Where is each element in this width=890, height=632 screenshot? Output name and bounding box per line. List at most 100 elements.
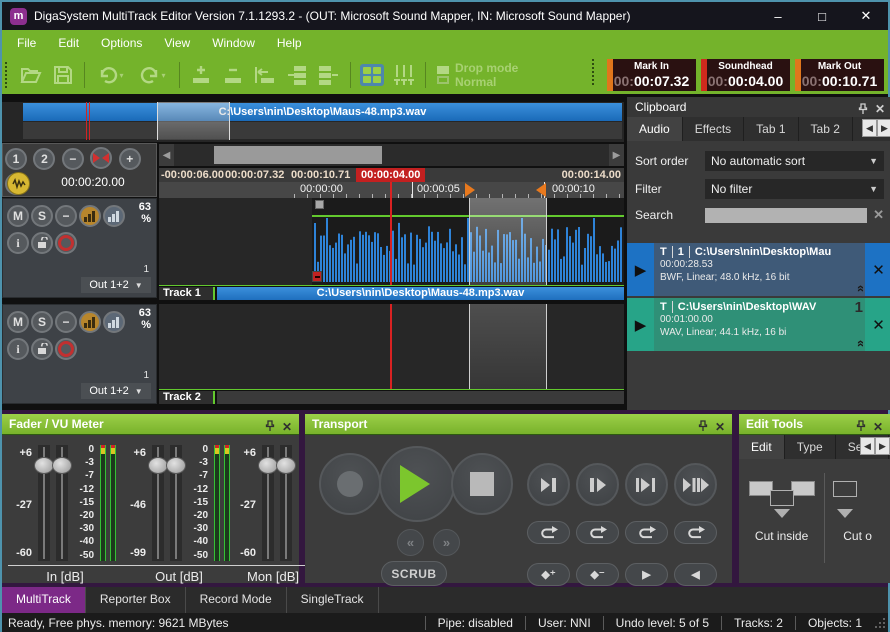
- group-button[interactable]: [283, 61, 311, 89]
- track-2-meter-active-button[interactable]: [79, 311, 101, 333]
- remove-track-button[interactable]: [219, 61, 247, 89]
- redo-button[interactable]: ▾: [134, 61, 172, 89]
- play-around-marks-button[interactable]: [674, 463, 717, 506]
- close-panel-icon[interactable]: ✕: [875, 99, 885, 119]
- track-2-meter-button[interactable]: [103, 311, 125, 333]
- track-1-clip[interactable]: [312, 198, 624, 285]
- track-1-minimize-button[interactable]: −: [55, 205, 77, 227]
- play-to-mark-button[interactable]: [527, 463, 570, 506]
- track-1-lock-button[interactable]: [31, 232, 53, 254]
- play-from-mark-button[interactable]: [576, 463, 619, 506]
- fader-knob[interactable]: [34, 457, 54, 474]
- loop-2-button[interactable]: [576, 521, 619, 544]
- ungroup-button[interactable]: [315, 61, 343, 89]
- track-1-wave-area[interactable]: [159, 198, 624, 285]
- track-2-info-button[interactable]: i: [7, 338, 29, 360]
- loop-1-button[interactable]: [527, 521, 570, 544]
- zoom-in-button[interactable]: +: [119, 148, 141, 170]
- scrub-button[interactable]: SCRUB: [381, 561, 447, 586]
- track-1-envelope-line[interactable]: [312, 215, 624, 217]
- tab-multitrack[interactable]: MultiTrack: [2, 587, 86, 613]
- track-2-name[interactable]: Track 2: [159, 391, 215, 404]
- move-object-button[interactable]: [251, 61, 279, 89]
- zoom-selection-button[interactable]: [90, 147, 112, 169]
- scroll-right-arrow[interactable]: ▶: [609, 144, 624, 166]
- pin-icon[interactable]: [265, 418, 275, 439]
- skip-back-button[interactable]: «: [397, 529, 424, 556]
- mon-fader-right[interactable]: [280, 445, 292, 561]
- track-1-clip-label[interactable]: C:\Users\nin\Desktop\Maus-48.mp3.wav: [217, 287, 624, 300]
- track-2-minimize-button[interactable]: −: [55, 311, 77, 333]
- tab-audio[interactable]: Audio: [627, 117, 683, 141]
- clip-start-marker[interactable]: [312, 271, 322, 282]
- track-1-meter-active-button[interactable]: [79, 205, 101, 227]
- skip-forward-button[interactable]: »: [433, 529, 460, 556]
- track-1-info-button[interactable]: i: [7, 232, 29, 254]
- track-2-lock-button[interactable]: [31, 338, 53, 360]
- overview-zoom-window[interactable]: [157, 102, 230, 140]
- track-1-name[interactable]: Track 1: [159, 287, 215, 300]
- fader-knob[interactable]: [276, 457, 296, 474]
- filter-select[interactable]: No filter▼: [705, 179, 884, 199]
- tab-scroll-left[interactable]: ◀: [862, 119, 877, 137]
- mark-in-marker[interactable]: [465, 183, 482, 197]
- loop-3-button[interactable]: [625, 521, 668, 544]
- redo-dropdown-arrow[interactable]: ▾: [161, 71, 165, 80]
- expand-item-icon[interactable]: »: [852, 340, 865, 347]
- selection-region[interactable]: [469, 304, 547, 389]
- overview-clip[interactable]: C:\Users\nin\Desktop\Maus-48.mp3.wav: [23, 103, 622, 121]
- close-button[interactable]: ✕: [844, 2, 888, 30]
- track-2-output-select[interactable]: Out 1+2▼: [81, 383, 151, 399]
- tab-scroll-right[interactable]: ▶: [875, 437, 890, 455]
- play-button[interactable]: [379, 446, 455, 522]
- menu-edit[interactable]: Edit: [47, 30, 90, 56]
- open-button[interactable]: [17, 61, 45, 89]
- remove-marker-button[interactable]: ◆⁻: [576, 563, 619, 586]
- ruler-playhead[interactable]: [390, 182, 392, 198]
- tab-reporter-box[interactable]: Reporter Box: [86, 587, 186, 613]
- tab-scroll-right[interactable]: ▶: [877, 119, 890, 137]
- mark-out-display[interactable]: Mark Out 00:00:10.71: [795, 59, 884, 91]
- loop-4-button[interactable]: [674, 521, 717, 544]
- play-item-button[interactable]: ▶: [627, 298, 654, 351]
- stop-button[interactable]: [451, 453, 513, 515]
- menu-file[interactable]: File: [6, 30, 47, 56]
- play-between-marks-button[interactable]: [625, 463, 668, 506]
- timeline-scrollbar[interactable]: ◀ ▶: [159, 144, 624, 166]
- remove-item-button[interactable]: ✕: [865, 243, 890, 296]
- expand-item-icon[interactable]: »: [852, 285, 865, 292]
- track-2-mute-button[interactable]: M: [7, 311, 29, 333]
- toolbar-grip[interactable]: [5, 62, 11, 88]
- track-2-record-button[interactable]: [55, 338, 77, 360]
- track-2-wave-area[interactable]: [159, 304, 624, 389]
- scrollbar-thumb[interactable]: [214, 146, 382, 164]
- mon-fader-left[interactable]: [262, 445, 274, 561]
- out-fader-left[interactable]: [152, 445, 164, 561]
- resize-grip[interactable]: [874, 617, 886, 629]
- soundhead-display[interactable]: Soundhead 00:00:04.00: [701, 59, 790, 91]
- remove-item-button[interactable]: ✕: [865, 298, 890, 351]
- track-1-output-select[interactable]: Out 1+2▼: [81, 277, 151, 293]
- fader-knob[interactable]: [52, 457, 72, 474]
- faders-view-button[interactable]: [390, 61, 418, 89]
- undo-dropdown-arrow[interactable]: ▾: [119, 71, 123, 80]
- overview-playhead[interactable]: [86, 102, 90, 140]
- cut-inside-tool[interactable]: Cut inside: [739, 459, 824, 582]
- tab-effects[interactable]: Effects: [683, 117, 744, 141]
- search-input[interactable]: [705, 208, 867, 223]
- mark-out-marker[interactable]: [529, 183, 546, 197]
- clipboard-item-2[interactable]: ▶ TC:\Users\nin\Desktop\WAV 00:01:00.00 …: [627, 298, 890, 351]
- record-button[interactable]: [319, 453, 381, 515]
- time-grip[interactable]: [592, 59, 598, 85]
- track-1-meter-button[interactable]: [103, 205, 125, 227]
- menu-options[interactable]: Options: [90, 30, 153, 56]
- menu-window[interactable]: Window: [201, 30, 266, 56]
- fader-knob[interactable]: [258, 457, 278, 474]
- time-ruler[interactable]: 00:00:00 00:00:05 00:00:10: [159, 182, 624, 198]
- track-1-playhead[interactable]: [390, 198, 392, 285]
- tab-type[interactable]: Type: [785, 435, 836, 459]
- add-track-button[interactable]: [187, 61, 215, 89]
- collapse-button[interactable]: −: [62, 148, 84, 170]
- tab-1[interactable]: Tab 1: [744, 117, 798, 141]
- fader-knob[interactable]: [148, 457, 168, 474]
